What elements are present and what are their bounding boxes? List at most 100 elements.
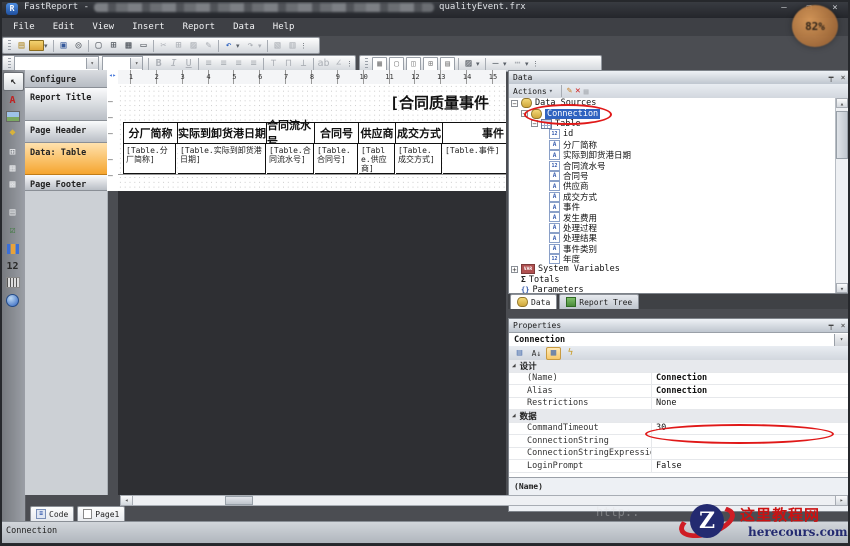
property-row-restrictions[interactable]: Restrictions None	[509, 398, 849, 411]
table-field-cell[interactable]: [Table.成交方式]	[396, 144, 442, 174]
undo-button[interactable]: ↶	[221, 39, 236, 53]
band-data-table[interactable]: Data: Table	[25, 143, 107, 175]
page-setup-button[interactable]: ▭	[136, 39, 151, 53]
table-field-cell[interactable]: [Table.合同流水号]	[267, 144, 314, 174]
border-outer-button[interactable]: ◫	[406, 57, 421, 71]
tab-code[interactable]: ≡ Code	[30, 506, 74, 522]
tree-field[interactable]: A 处理过程	[509, 223, 836, 233]
redo-dropdown[interactable]: ▾	[258, 42, 265, 50]
minimize-button[interactable]: –	[776, 3, 792, 14]
table-field-cell[interactable]: [Table.实际到卸货港日期]	[178, 144, 266, 174]
band-resize-handle[interactable]: ‒	[108, 116, 116, 119]
configure-band-header[interactable]: Configure	[25, 70, 107, 88]
table-field-cell[interactable]: [Table.合同号]	[315, 144, 358, 174]
cut-button[interactable]: ✂	[156, 39, 171, 53]
pin-icon[interactable]: ┯	[825, 321, 837, 330]
bold-button[interactable]: B	[151, 57, 166, 71]
chevron-down-icon[interactable]: ▾	[86, 58, 98, 69]
property-row-alias[interactable]: Alias Connection	[509, 385, 849, 398]
align-left-button[interactable]: ≡	[201, 57, 216, 71]
toolbar-overflow[interactable]: ⋮	[300, 42, 307, 50]
menu-edit[interactable]: Edit	[44, 20, 84, 34]
tree-scrollbar[interactable]: ▴ ▾	[835, 98, 849, 293]
table-field-cell[interactable]: [Table.分厂简称]	[123, 144, 176, 174]
undo-dropdown[interactable]: ▾	[236, 42, 243, 50]
alphabetical-view-button[interactable]: A↓	[529, 347, 544, 360]
table-header-cell[interactable]: 分厂简称	[123, 122, 178, 144]
menu-file[interactable]: File	[4, 20, 44, 34]
tab-report-tree[interactable]: Report Tree	[559, 294, 639, 309]
line-style-dropdown[interactable]: ▾	[525, 60, 532, 68]
barcode-object-icon[interactable]	[3, 274, 22, 291]
scroll-down-icon[interactable]: ▾	[836, 283, 848, 293]
tree-field[interactable]: A 事件	[509, 202, 836, 212]
border-grid-button[interactable]: ▤	[440, 57, 455, 71]
align-right-button[interactable]: ≡	[231, 57, 246, 71]
tab-data[interactable]: Data	[510, 294, 557, 309]
category-row-design[interactable]: ◢ 设计	[509, 360, 849, 373]
table-header-cell[interactable]: 成交方式	[396, 122, 443, 144]
menu-insert[interactable]: Insert	[123, 20, 174, 34]
chevron-down-icon[interactable]: ▾	[130, 58, 142, 69]
new-report-button[interactable]: ▤	[14, 39, 29, 53]
tab-page1[interactable]: Page1	[77, 506, 125, 522]
line-color-button[interactable]: ―	[488, 57, 503, 71]
menu-help[interactable]: Help	[264, 20, 304, 34]
band-object-icon[interactable]: ⊞	[3, 144, 22, 161]
table-field-cell[interactable]: [Table.事件]	[443, 144, 506, 174]
font-size-combo[interactable]: ▾	[102, 56, 144, 71]
table-header-cell[interactable]: 合同号	[315, 122, 359, 144]
report-page[interactable]: [合同质量事件 分厂简称 [Table.分厂简称] 实际到卸货港日期 [Tabl…	[118, 84, 506, 191]
ungroup-button[interactable]: ▥	[285, 39, 300, 53]
richtext-object-icon[interactable]: ▤	[3, 204, 22, 221]
valign-top-button[interactable]: ⊤	[266, 57, 281, 71]
border-inner-button[interactable]: ⊞	[423, 57, 438, 71]
numeric-object-icon[interactable]: 12	[3, 258, 22, 275]
underline-button[interactable]: U	[181, 57, 196, 71]
redo-button[interactable]: ↷	[243, 39, 258, 53]
valign-bottom-button[interactable]: ⊥	[296, 57, 311, 71]
property-row-connectionstringexpression[interactable]: ConnectionStringExpression	[509, 448, 849, 461]
property-row-loginprompt[interactable]: LoginPrompt False	[509, 460, 849, 473]
picture-object-icon[interactable]	[3, 108, 22, 125]
fill-color-button[interactable]: ▨	[461, 57, 476, 71]
scroll-left-icon[interactable]: ◂	[121, 496, 133, 505]
font-name-combo[interactable]: ▾	[14, 56, 99, 71]
new-page-button[interactable]: ▢	[91, 39, 106, 53]
close-icon[interactable]: ×	[837, 73, 849, 82]
table-header-cell[interactable]: 事件	[443, 122, 506, 144]
tree-field[interactable]: 12 合同流水号	[509, 160, 836, 170]
events-view-button[interactable]: ϟ	[563, 347, 578, 360]
edit-datasource-button[interactable]: ✎	[567, 86, 572, 96]
menu-report[interactable]: Report	[174, 20, 225, 34]
categorized-view-button[interactable]: ▤	[512, 347, 527, 360]
band-report-title[interactable]: Report Title	[25, 88, 107, 121]
tree-field[interactable]: A 合同号	[509, 171, 836, 181]
chart-object-icon[interactable]	[3, 240, 22, 257]
text-angle-button[interactable]: ∠	[331, 57, 346, 71]
copy-page-button[interactable]: ⊞	[106, 39, 121, 53]
pin-icon[interactable]: ┯	[825, 73, 837, 82]
tree-node-totals[interactable]: Σ Totals	[509, 275, 836, 285]
table-header-cell[interactable]: 实际到卸货港日期	[178, 122, 267, 144]
band-resize-handle[interactable]: ‒	[108, 174, 116, 177]
select-tool-icon[interactable]: ↖	[3, 72, 24, 91]
line-style-button[interactable]: ┅	[510, 57, 525, 71]
toolbar-overflow[interactable]: ⋮	[346, 60, 353, 68]
delete-page-button[interactable]: ▦	[121, 39, 136, 53]
page-footer-band-area[interactable]	[118, 174, 506, 192]
band-resize-handle[interactable]: ‒	[108, 132, 116, 135]
matrix-object-icon[interactable]: ▩	[3, 176, 22, 193]
view-data-button[interactable]: ▦	[584, 87, 589, 96]
object-selector-combo[interactable]: Connection ▾	[510, 333, 848, 347]
line-color-dropdown[interactable]: ▾	[503, 60, 510, 68]
border-all-button[interactable]: ▦	[372, 57, 387, 71]
valign-middle-button[interactable]: ⊓	[281, 57, 296, 71]
expand-icon[interactable]: +	[511, 266, 518, 273]
table-header-cell[interactable]: 合同流水号	[267, 122, 315, 144]
scroll-up-icon[interactable]: ▴	[836, 98, 848, 108]
tree-field[interactable]: 12 年度	[509, 254, 836, 264]
actions-menu-button[interactable]: Actions ▾	[513, 87, 556, 96]
tree-node-parameters[interactable]: {} Parameters	[509, 285, 836, 293]
italic-button[interactable]: I	[166, 57, 181, 71]
